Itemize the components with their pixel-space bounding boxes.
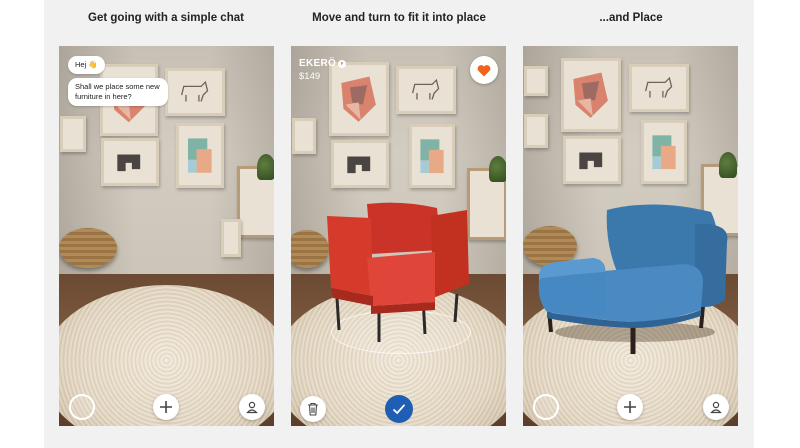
wall-art <box>331 140 389 188</box>
wall-art <box>292 118 316 154</box>
info-icon[interactable]: › <box>338 60 347 68</box>
add-button[interactable] <box>153 394 179 420</box>
plant <box>257 154 274 180</box>
wall-art <box>60 116 86 152</box>
wall-art <box>396 66 456 114</box>
capture-button[interactable] <box>69 394 95 420</box>
profile-icon <box>710 401 722 414</box>
chat-bubble-question: Shall we place some new furniture in her… <box>68 78 168 106</box>
plant <box>719 152 737 178</box>
profile-button[interactable] <box>703 394 729 420</box>
panel-title-move: Move and turn to fit it into place <box>312 12 486 24</box>
wall-art <box>629 64 689 112</box>
wall-art <box>221 219 241 257</box>
phone-screen-place <box>523 46 738 426</box>
ekero-armchair[interactable] <box>327 202 475 352</box>
phone-screen-move: EKERÖ › $149 <box>291 46 506 426</box>
profile-icon <box>246 401 258 414</box>
product-name: EKERÖ › <box>299 58 347 69</box>
favorite-button[interactable] <box>470 56 498 84</box>
heart-icon <box>477 64 491 76</box>
wall-art <box>176 123 224 188</box>
phone-screen-chat: Hej 👋 Shall we place some new furniture … <box>59 46 274 426</box>
wall-art <box>329 62 389 136</box>
trash-icon <box>308 402 318 416</box>
blue-armchair[interactable] <box>535 202 735 362</box>
wall-art <box>641 120 687 184</box>
wall-art <box>563 136 621 184</box>
delete-button[interactable] <box>300 396 326 422</box>
plus-icon <box>160 401 172 413</box>
profile-button[interactable] <box>239 394 265 420</box>
add-button[interactable] <box>617 394 643 420</box>
chat-bubble-greeting: Hej 👋 <box>68 56 105 74</box>
wall-art <box>409 124 455 188</box>
capture-button[interactable] <box>533 394 559 420</box>
confirm-button[interactable] <box>385 395 413 423</box>
wall-art <box>165 68 225 116</box>
panel-title-chat: Get going with a simple chat <box>88 12 244 24</box>
plant <box>489 156 506 182</box>
plus-icon <box>624 401 636 413</box>
wall-art <box>524 66 548 96</box>
wall-art <box>561 58 621 132</box>
product-price: $149 <box>299 71 321 82</box>
checkmark-icon <box>392 404 406 415</box>
wall-art <box>524 114 548 148</box>
wall-art <box>101 138 159 186</box>
panel-title-place: ...and Place <box>599 12 663 24</box>
rattan-pouf <box>59 228 117 268</box>
